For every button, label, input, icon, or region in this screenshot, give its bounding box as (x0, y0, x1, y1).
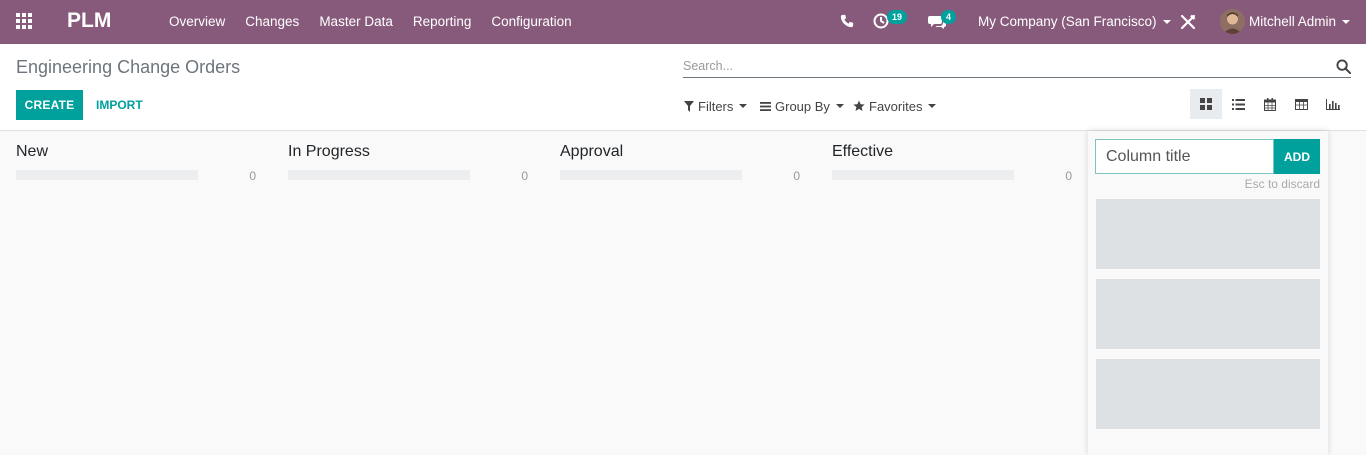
graph-view-button[interactable] (1317, 89, 1349, 119)
filters-label: Filters (698, 98, 734, 114)
company-name: My Company (San Francisco) (978, 14, 1157, 29)
kanban-icon (1200, 98, 1212, 110)
bar-chart-icon (1326, 98, 1340, 110)
import-button[interactable]: IMPORT (88, 90, 151, 120)
menu-item-changes[interactable]: Changes (235, 0, 309, 44)
user-menu[interactable]: Mitchell Admin (1249, 0, 1351, 44)
kanban-column-effective: Effective 0 (816, 131, 1072, 455)
control-panel: Engineering Change Orders CREATE IMPORT … (0, 44, 1366, 131)
menu-item-master-data[interactable]: Master Data (309, 0, 403, 44)
add-column-button[interactable]: ADD (1274, 139, 1320, 174)
menu-item-overview[interactable]: Overview (159, 0, 235, 44)
filters-dropdown[interactable]: Filters (684, 97, 748, 115)
chevron-down-icon (739, 104, 748, 108)
ghost-card (1096, 359, 1320, 429)
app-name: PLM (67, 9, 112, 32)
column-title[interactable]: Effective (832, 143, 893, 161)
column-title[interactable]: New (16, 143, 48, 161)
page-title: Engineering Change Orders (16, 57, 241, 77)
column-count: 0 (249, 169, 256, 183)
column-count: 0 (521, 169, 528, 183)
column-progress-bar (832, 170, 1014, 180)
kanban-view-button[interactable] (1190, 89, 1222, 119)
chevron-down-icon (835, 104, 844, 108)
chevron-down-icon (1342, 20, 1351, 25)
phone-icon[interactable] (840, 14, 854, 28)
apps-menu-icon[interactable] (16, 13, 34, 31)
column-title-input[interactable] (1095, 139, 1274, 174)
groupby-label: Group By (775, 98, 830, 114)
kanban-board: New 0 In Progress 0 Approval 0 Effective… (0, 131, 1366, 455)
ghost-card (1096, 199, 1320, 269)
company-switcher[interactable]: My Company (San Francisco) (978, 0, 1171, 44)
activity-count-badge: 19 (887, 10, 908, 24)
column-count: 0 (1065, 169, 1072, 183)
pivot-view-button[interactable] (1285, 89, 1317, 119)
favorites-dropdown[interactable]: Favorites (853, 97, 937, 115)
calendar-icon (1264, 97, 1276, 111)
search-input[interactable] (683, 56, 1323, 76)
column-progress-bar (288, 170, 470, 180)
discard-hint: Esc to discard (1244, 177, 1320, 191)
message-count-badge: 4 (941, 10, 957, 24)
bars-icon (760, 101, 771, 111)
kanban-column-new: New 0 (0, 131, 256, 455)
create-button[interactable]: CREATE (16, 90, 83, 120)
list-view-button[interactable] (1222, 89, 1254, 119)
column-title[interactable]: In Progress (288, 143, 370, 161)
column-count: 0 (793, 169, 800, 183)
favorites-label: Favorites (869, 98, 923, 114)
column-progress-bar (560, 170, 742, 180)
column-progress-bar (16, 170, 198, 180)
main-menu: Overview Changes Master Data Reporting C… (159, 0, 582, 44)
list-icon (1231, 98, 1245, 110)
star-icon (853, 100, 865, 111)
column-quick-create: ADD Esc to discard (1088, 131, 1328, 455)
groupby-dropdown[interactable]: Group By (760, 97, 844, 115)
menu-item-reporting[interactable]: Reporting (403, 0, 482, 44)
filter-icon (684, 100, 694, 112)
search-icon[interactable] (1336, 59, 1351, 74)
calendar-view-button[interactable] (1254, 89, 1286, 119)
chevron-down-icon (1162, 20, 1171, 25)
kanban-column-in-progress: In Progress 0 (272, 131, 528, 455)
user-name: Mitchell Admin (1249, 14, 1337, 29)
ghost-card (1096, 279, 1320, 349)
search-bar (683, 56, 1351, 78)
chevron-down-icon (928, 104, 937, 108)
top-navbar: PLM Overview Changes Master Data Reporti… (0, 0, 1366, 44)
menu-item-configuration[interactable]: Configuration (481, 0, 581, 44)
kanban-column-approval: Approval 0 (544, 131, 800, 455)
debug-tools-icon[interactable] (1180, 14, 1196, 30)
table-icon (1294, 98, 1308, 110)
column-title[interactable]: Approval (560, 143, 623, 161)
user-avatar[interactable] (1220, 9, 1245, 34)
